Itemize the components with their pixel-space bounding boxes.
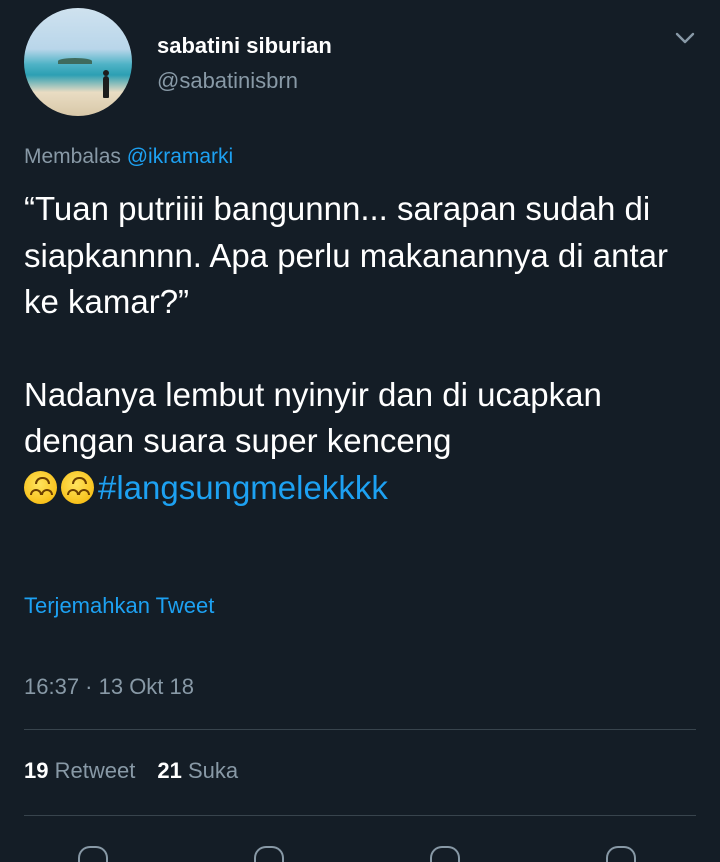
author-name[interactable]: sabatini siburian bbox=[157, 33, 332, 59]
author-handle[interactable]: @sabatinisbrn bbox=[157, 68, 298, 94]
divider bbox=[24, 729, 696, 730]
like-count: 21 bbox=[157, 758, 182, 783]
tweet-paragraph-1: “Tuan putriiii bangunnn... sarapan sudah… bbox=[24, 190, 668, 320]
retweet-stat[interactable]: 19 Retweet bbox=[24, 758, 135, 783]
replying-to: Membalas @ikramarki bbox=[24, 145, 233, 169]
retweet-label: Retweet bbox=[54, 758, 136, 783]
replying-prefix: Membalas bbox=[24, 145, 121, 168]
translate-tweet-link[interactable]: Terjemahkan Tweet bbox=[24, 593, 214, 619]
tweet-paragraph-2-text: Nadanya lembut nyinyir dan di ucapkan de… bbox=[24, 375, 602, 460]
avatar[interactable] bbox=[24, 8, 132, 116]
like-stat[interactable]: 21 Suka bbox=[157, 758, 238, 783]
share-icon[interactable] bbox=[606, 846, 636, 862]
chevron-down-icon[interactable] bbox=[673, 26, 697, 50]
hashtag-link[interactable]: #langsungmelekkkk bbox=[98, 469, 388, 506]
like-label: Suka bbox=[187, 758, 239, 783]
avatar-island bbox=[58, 58, 92, 64]
reply-mention-link[interactable]: @ikramarki bbox=[127, 145, 234, 168]
engagement-stats: 19 Retweet 21 Suka bbox=[24, 758, 238, 784]
upside-down-face-icon bbox=[61, 470, 94, 504]
action-bar bbox=[0, 840, 720, 862]
reply-icon[interactable] bbox=[78, 846, 108, 862]
tweet-text: “Tuan putriiii bangunnn... sarapan sudah… bbox=[24, 186, 704, 511]
retweet-count: 19 bbox=[24, 758, 49, 783]
tweet-paragraph-2: Nadanya lembut nyinyir dan di ucapkan de… bbox=[24, 372, 704, 512]
divider bbox=[24, 815, 696, 816]
like-icon[interactable] bbox=[430, 846, 460, 862]
tweet-timestamp[interactable]: 16:37 · 13 Okt 18 bbox=[24, 674, 194, 700]
upside-down-face-icon bbox=[24, 470, 57, 504]
avatar-person bbox=[103, 70, 109, 98]
retweet-icon[interactable] bbox=[254, 846, 284, 862]
